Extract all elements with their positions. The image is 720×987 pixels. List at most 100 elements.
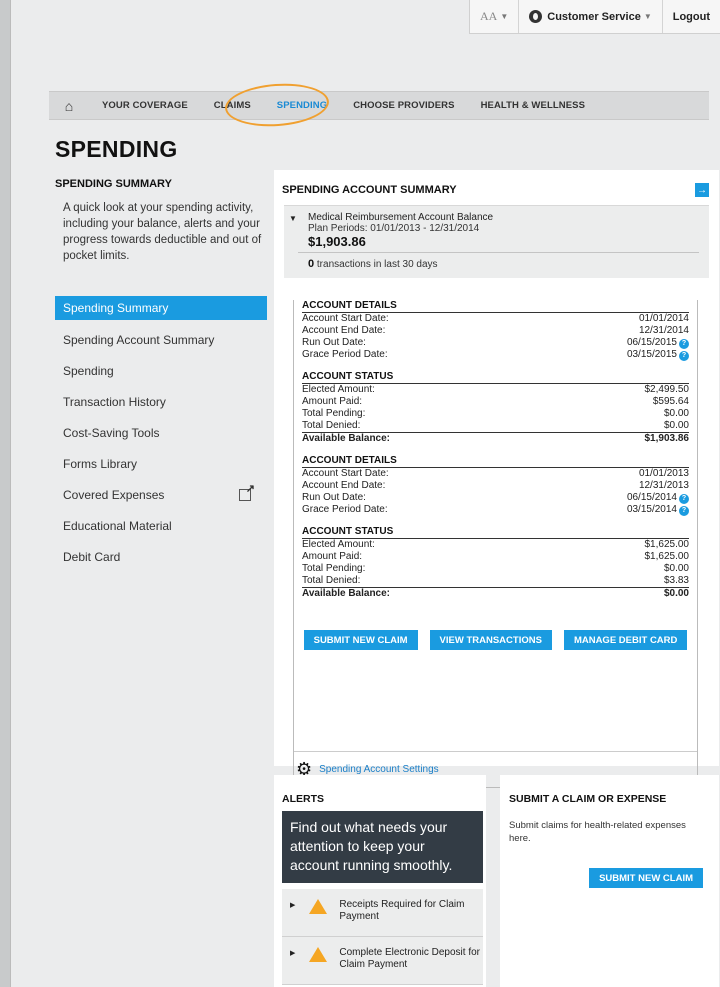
row-value: $2,499.50 — [644, 384, 690, 395]
manage-debit-card-button[interactable]: MANAGE DEBIT CARD — [563, 630, 688, 650]
text-size-menu[interactable]: AA ▼ — [470, 0, 518, 33]
account-summary-box[interactable]: ▼ Medical Reimbursement Account Balance … — [284, 205, 709, 278]
sidebar: SPENDING SUMMARY A quick look at your sp… — [55, 178, 267, 572]
sidebar-item-covered-expenses[interactable]: Covered Expenses — [55, 479, 267, 510]
sidebar-nav: Spending Summary Spending Account Summar… — [55, 296, 267, 572]
page-frame: AA ▼ Customer Service ▼ Logout ⌂ YOUR COVE… — [10, 0, 720, 987]
sidebar-item-debit-card[interactable]: Debit Card — [55, 541, 267, 572]
alert-text: Receipts Required for Claim Payment — [339, 899, 465, 922]
row-label: Elected Amount: — [302, 384, 375, 395]
nav-claims[interactable]: CLAIMS — [201, 100, 264, 111]
alert-item[interactable]: ▶ Receipts Required for Claim Payment — [282, 889, 483, 937]
customer-service-menu[interactable]: Customer Service ▼ — [518, 0, 661, 33]
status-row: Total Denied: $0.00 — [302, 420, 689, 432]
row-value: 03/15/2015? — [627, 349, 689, 361]
home-icon[interactable]: ⌂ — [49, 98, 89, 114]
customer-service-label: Customer Service — [547, 10, 641, 23]
action-buttons: SUBMIT NEW CLAIM VIEW TRANSACTIONS MANAG… — [302, 630, 689, 650]
submit-claim-panel: SUBMIT A CLAIM OR EXPENSE Submit claims … — [500, 775, 719, 987]
row-label: Elected Amount: — [302, 539, 375, 550]
row-label: Amount Paid: — [302, 551, 363, 562]
info-icon[interactable]: ? — [679, 506, 689, 516]
row-label: Total Denied: — [302, 575, 361, 586]
row-label: Total Pending: — [302, 408, 366, 419]
main-nav: ⌂ YOUR COVERAGE CLAIMS SPENDING CHOOSE P… — [49, 91, 709, 120]
info-icon[interactable]: ? — [679, 351, 689, 361]
row-value: 01/01/2013 — [638, 468, 689, 479]
submit-heading: SUBMIT A CLAIM OR EXPENSE — [509, 793, 667, 805]
transaction-count-label: transactions in last 30 days — [316, 259, 438, 270]
nav-spending[interactable]: SPENDING — [264, 100, 340, 111]
sidebar-heading: SPENDING SUMMARY — [55, 178, 172, 190]
detail-row: Run Out Date: 06/15/2015? — [302, 337, 689, 349]
text-size-label: AA — [480, 9, 498, 23]
status-row: Elected Amount: $2,499.50 — [302, 384, 689, 396]
row-value: $1,903.86 — [644, 433, 690, 444]
chevron-down-icon: ▼ — [643, 12, 652, 21]
sidebar-item-label: Transaction History — [63, 394, 166, 409]
expand-triangle-icon[interactable]: ▶ — [290, 901, 295, 909]
submit-new-claim-button[interactable]: SUBMIT NEW CLAIM — [303, 630, 418, 650]
sidebar-item-spending[interactable]: Spending — [55, 355, 267, 386]
row-value-text: 03/15/2014 — [626, 504, 677, 515]
sidebar-item-spending-summary[interactable]: Spending Summary — [55, 296, 267, 320]
sidebar-item-transaction-history[interactable]: Transaction History — [55, 386, 267, 417]
warning-icon — [309, 947, 328, 962]
warning-icon — [309, 899, 328, 914]
external-link-icon — [239, 482, 255, 501]
detail-row: Account End Date: 12/31/2013 — [302, 480, 689, 492]
chevron-down-icon: ▼ — [500, 12, 509, 21]
account-details-heading: ACCOUNT DETAILS — [302, 300, 689, 313]
submit-new-claim-button[interactable]: SUBMIT NEW CLAIM — [589, 868, 703, 888]
row-label: Account End Date: — [302, 325, 386, 336]
nav-choose-providers[interactable]: CHOOSE PROVIDERS — [340, 100, 467, 111]
alerts-panel: ALERTS Find out what needs your attentio… — [274, 775, 486, 987]
row-value: 06/15/2014? — [627, 492, 689, 504]
logout-link[interactable]: Logout — [661, 0, 720, 33]
info-icon[interactable]: ? — [679, 494, 689, 504]
row-value: $595.64 — [652, 396, 689, 407]
collapse-triangle-icon[interactable]: ▼ — [289, 214, 297, 223]
row-value: $1,625.00 — [644, 539, 690, 550]
row-label: Available Balance: — [302, 588, 391, 599]
row-value-text: 06/15/2014 — [626, 492, 677, 503]
alert-item[interactable]: ▶ Complete Electronic Deposit for Claim … — [282, 937, 483, 985]
expand-triangle-icon[interactable]: ▶ — [290, 949, 295, 957]
view-transactions-button[interactable]: VIEW TRANSACTIONS — [429, 630, 552, 650]
nav-health-wellness[interactable]: HEALTH & WELLNESS — [468, 100, 598, 111]
sidebar-item-label: Spending Account Summary — [63, 332, 215, 347]
row-label: Available Balance: — [302, 433, 391, 444]
row-label: Amount Paid: — [302, 396, 363, 407]
account-details-heading: ACCOUNT DETAILS — [302, 455, 689, 468]
row-label: Total Denied: — [302, 420, 361, 431]
detail-row: Grace Period Date: 03/15/2014? — [302, 504, 689, 516]
row-value: 03/15/2014? — [627, 504, 689, 516]
row-label: Account Start Date: — [302, 468, 389, 479]
sidebar-item-label: Spending — [63, 363, 114, 378]
sidebar-item-spending-account-summary[interactable]: Spending Account Summary — [55, 324, 267, 355]
arrow-right-icon[interactable]: → — [695, 183, 709, 197]
row-value: $0.00 — [663, 408, 689, 419]
row-label: Run Out Date: — [302, 492, 366, 503]
panel-header: SPENDING ACCOUNT SUMMARY → — [274, 170, 719, 197]
alert-list: ▶ Receipts Required for Claim Payment ▶ … — [282, 889, 483, 985]
row-value-text: 06/15/2015 — [626, 337, 677, 348]
nav-your-coverage[interactable]: YOUR COVERAGE — [89, 100, 201, 111]
account-details-panel: ACCOUNT DETAILS Account Start Date: 01/01… — [293, 300, 698, 788]
row-value: $0.00 — [663, 588, 689, 599]
sidebar-item-label: Forms Library — [63, 456, 138, 471]
row-value: $0.00 — [663, 420, 689, 431]
status-row: Total Pending: $0.00 — [302, 563, 689, 575]
sidebar-description: A quick look at your spending activity, … — [63, 202, 262, 262]
settings-link[interactable]: Spending Account Settings — [319, 764, 439, 775]
status-row: Elected Amount: $1,625.00 — [302, 539, 689, 551]
row-label: Grace Period Date: — [302, 504, 388, 515]
customer-service-icon — [529, 10, 543, 23]
submit-description: Submit claims for health-related expense… — [509, 820, 686, 844]
sidebar-item-forms-library[interactable]: Forms Library — [55, 448, 267, 479]
sidebar-item-educational-material[interactable]: Educational Material — [55, 510, 267, 541]
info-icon[interactable]: ? — [679, 339, 689, 349]
account-status-heading: ACCOUNT STATUS — [302, 526, 689, 539]
page-title: SPENDING — [55, 136, 178, 162]
sidebar-item-cost-saving-tools[interactable]: Cost-Saving Tools — [55, 417, 267, 448]
